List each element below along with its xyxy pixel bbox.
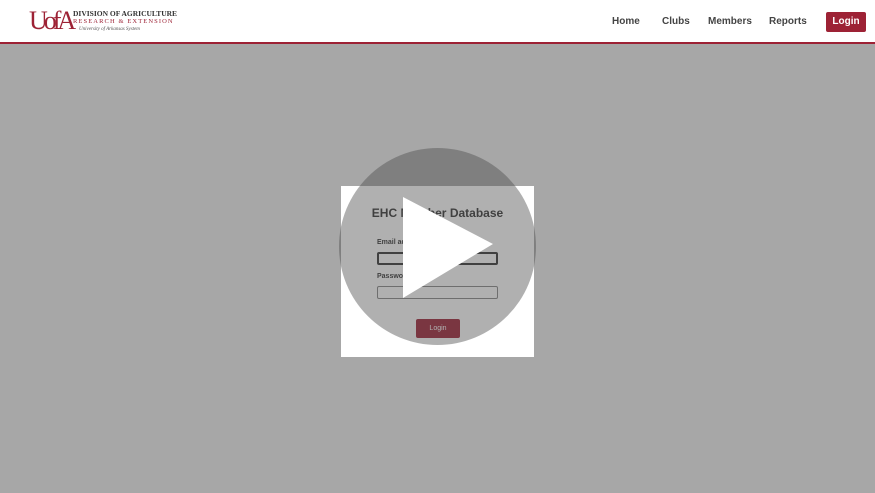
- nav-home[interactable]: Home: [612, 0, 640, 44]
- nav-clubs[interactable]: Clubs: [662, 0, 690, 44]
- logo-mark: UofA: [29, 6, 76, 35]
- uofa-logo[interactable]: UofA DIVISION OF AGRICULTURE RESEARCH & …: [29, 7, 179, 37]
- site-header: UofA DIVISION OF AGRICULTURE RESEARCH & …: [0, 0, 875, 44]
- logo-line1: DIVISION OF AGRICULTURE: [73, 9, 178, 18]
- nav-members[interactable]: Members: [708, 0, 752, 44]
- logo-line2: RESEARCH & EXTENSION: [73, 18, 174, 25]
- video-play-overlay[interactable]: [339, 148, 536, 345]
- play-icon: [403, 197, 493, 298]
- header-login-button[interactable]: Login: [826, 12, 866, 32]
- nav-reports[interactable]: Reports: [769, 0, 807, 44]
- logo-line3: University of Arkansas System: [79, 27, 140, 32]
